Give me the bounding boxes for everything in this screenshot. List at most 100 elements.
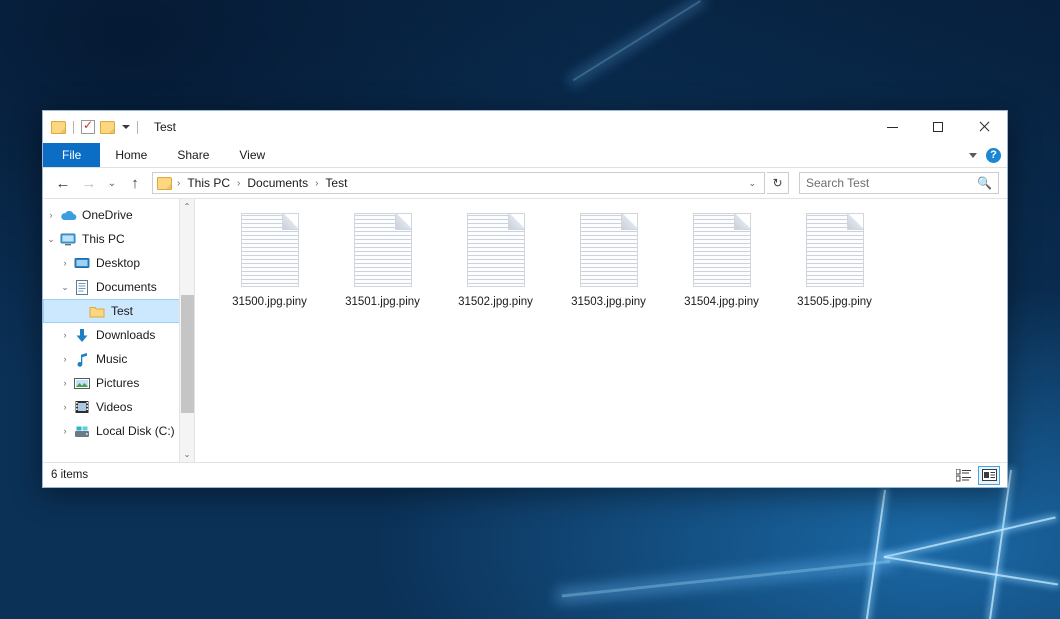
breadcrumb-separator: › xyxy=(236,178,241,189)
tab-file[interactable]: File xyxy=(43,143,100,167)
properties-icon[interactable] xyxy=(81,120,95,134)
page-fold-corner xyxy=(508,213,525,230)
large-icons-view-button[interactable] xyxy=(978,466,1000,485)
picture-icon xyxy=(73,377,91,390)
sidebar-item-documents[interactable]: ⌄Documents xyxy=(43,275,194,299)
page-fold-corner xyxy=(395,213,412,230)
breadcrumb-separator: › xyxy=(176,178,181,189)
item-count: 6 items xyxy=(51,469,88,481)
sidebar-item-videos[interactable]: ›Videos xyxy=(43,395,194,419)
monitor-icon xyxy=(59,233,77,246)
help-icon[interactable]: ? xyxy=(986,148,1001,163)
file-name-label: 31505.jpg.piny xyxy=(797,296,872,308)
recent-locations-button[interactable]: ⌄ xyxy=(103,171,121,195)
page-fold-corner xyxy=(621,213,638,230)
file-item[interactable]: 31505.jpg.piny xyxy=(778,213,891,308)
search-input[interactable]: Search Test 🔍 xyxy=(799,172,999,194)
chevron-right-icon[interactable]: › xyxy=(57,378,73,388)
file-item[interactable]: 31503.jpg.piny xyxy=(552,213,665,308)
back-button[interactable]: ← xyxy=(51,171,75,195)
details-view-icon xyxy=(956,469,971,482)
scrollbar-thumb[interactable] xyxy=(181,295,194,413)
customize-caret-icon[interactable] xyxy=(122,125,130,129)
desktop-icon xyxy=(73,257,91,270)
wallpaper-beam xyxy=(562,560,891,597)
chevron-right-icon[interactable]: › xyxy=(57,402,73,412)
sidebar-item-label: Pictures xyxy=(96,376,139,390)
chevron-right-icon[interactable]: › xyxy=(57,330,73,340)
generic-document-icon xyxy=(354,213,412,287)
chevron-down-icon[interactable]: ⌄ xyxy=(57,282,73,293)
breadcrumb-documents[interactable]: Documents xyxy=(245,176,310,190)
breadcrumb[interactable]: › This PC › Documents › Test ⌄ xyxy=(152,172,765,194)
cloud-icon xyxy=(59,209,77,222)
sidebar-item-this-pc[interactable]: ⌄ This PC xyxy=(43,227,194,251)
window-controls xyxy=(869,111,1007,143)
ribbon-tabs: File Home Share View ? xyxy=(43,143,1007,168)
file-item[interactable]: 31500.jpg.piny xyxy=(213,213,326,308)
view-buttons xyxy=(952,466,1000,485)
minimize-button[interactable] xyxy=(869,111,915,143)
sidebar-item-test[interactable]: Test xyxy=(43,299,194,323)
divider xyxy=(73,121,74,134)
up-button[interactable]: ↑ xyxy=(123,171,147,195)
close-button[interactable] xyxy=(961,111,1007,143)
generic-document-icon xyxy=(467,213,525,287)
sidebar-item-label: This PC xyxy=(82,232,125,246)
sidebar-item-downloads[interactable]: ›Downloads xyxy=(43,323,194,347)
quick-access-toolbar: Test xyxy=(43,111,176,143)
tab-share[interactable]: Share xyxy=(162,143,224,167)
large-icons-view-icon xyxy=(982,469,997,481)
chevron-down-icon[interactable]: ⌄ xyxy=(43,234,59,245)
sidebar-scrollbar[interactable]: ⌃ ⌄ xyxy=(179,199,194,462)
details-view-button[interactable] xyxy=(952,466,974,485)
divider xyxy=(137,121,138,134)
new-folder-icon[interactable] xyxy=(100,121,115,134)
wallpaper-beam xyxy=(989,470,1012,619)
page-fold-corner xyxy=(734,213,751,230)
file-item[interactable]: 31501.jpg.piny xyxy=(326,213,439,308)
sidebar-item-music[interactable]: › Music xyxy=(43,347,194,371)
refresh-button[interactable]: ↻ xyxy=(767,172,789,194)
download-icon xyxy=(73,328,91,343)
file-list-pane[interactable]: 31500.jpg.piny31501.jpg.piny 31502.jpg.pi… xyxy=(195,199,1007,462)
generic-document-icon xyxy=(241,213,299,287)
address-bar: ← → ⌄ ↑ › This PC › Documents › Test ⌄ ↻… xyxy=(43,168,1007,198)
chevron-right-icon[interactable]: › xyxy=(57,426,73,436)
sidebar-item-label: Music xyxy=(96,352,127,366)
chevron-right-icon[interactable]: › xyxy=(57,258,73,268)
file-name-label: 31502.jpg.piny xyxy=(458,296,533,308)
breadcrumb-test[interactable]: Test xyxy=(323,176,349,190)
address-folder-icon xyxy=(157,177,172,190)
address-dropdown-icon[interactable]: ⌄ xyxy=(748,178,760,189)
chevron-down-icon[interactable] xyxy=(969,153,977,158)
sidebar-item-desktop[interactable]: ›Desktop xyxy=(43,251,194,275)
window-body: ›OneDrive⌄This PC›Desktop⌄DocumentsTest›… xyxy=(43,198,1007,462)
navigation-pane: ›OneDrive⌄This PC›Desktop⌄DocumentsTest›… xyxy=(43,199,195,462)
file-item[interactable]: 31504.jpg.piny xyxy=(665,213,778,308)
maximize-button[interactable] xyxy=(915,111,961,143)
breadcrumb-this-pc[interactable]: This PC xyxy=(185,176,232,190)
chevron-right-icon[interactable]: › xyxy=(57,354,73,364)
file-item[interactable]: 31502.jpg.piny xyxy=(439,213,552,308)
sidebar-item-onedrive[interactable]: ›OneDrive xyxy=(43,203,194,227)
wallpaper-beam xyxy=(866,490,886,619)
forward-button: → xyxy=(77,171,101,195)
desktop-background: Test File Home Share View ? ← → ⌄ ↑ xyxy=(0,0,1060,619)
wallpaper-beam xyxy=(573,0,701,81)
folder-tree: ›OneDrive⌄This PC›Desktop⌄DocumentsTest›… xyxy=(43,203,194,443)
status-bar: 6 items xyxy=(43,462,1007,487)
page-fold-corner xyxy=(847,213,864,230)
sidebar-item-pictures[interactable]: › Pictures xyxy=(43,371,194,395)
tab-home[interactable]: Home xyxy=(100,143,162,167)
scroll-down-icon[interactable]: ⌄ xyxy=(180,447,194,462)
ribbon-right-controls: ? xyxy=(969,143,1001,168)
chevron-right-icon[interactable]: › xyxy=(43,210,59,220)
tab-view[interactable]: View xyxy=(224,143,280,167)
search-icon[interactable]: 🔍 xyxy=(977,176,992,190)
drive-icon xyxy=(73,425,91,438)
scroll-up-icon[interactable]: ⌃ xyxy=(180,199,194,214)
generic-document-icon xyxy=(693,213,751,287)
folder-icon[interactable] xyxy=(51,121,66,134)
sidebar-item-local-disk-c[interactable]: ›Local Disk (C:) xyxy=(43,419,194,443)
